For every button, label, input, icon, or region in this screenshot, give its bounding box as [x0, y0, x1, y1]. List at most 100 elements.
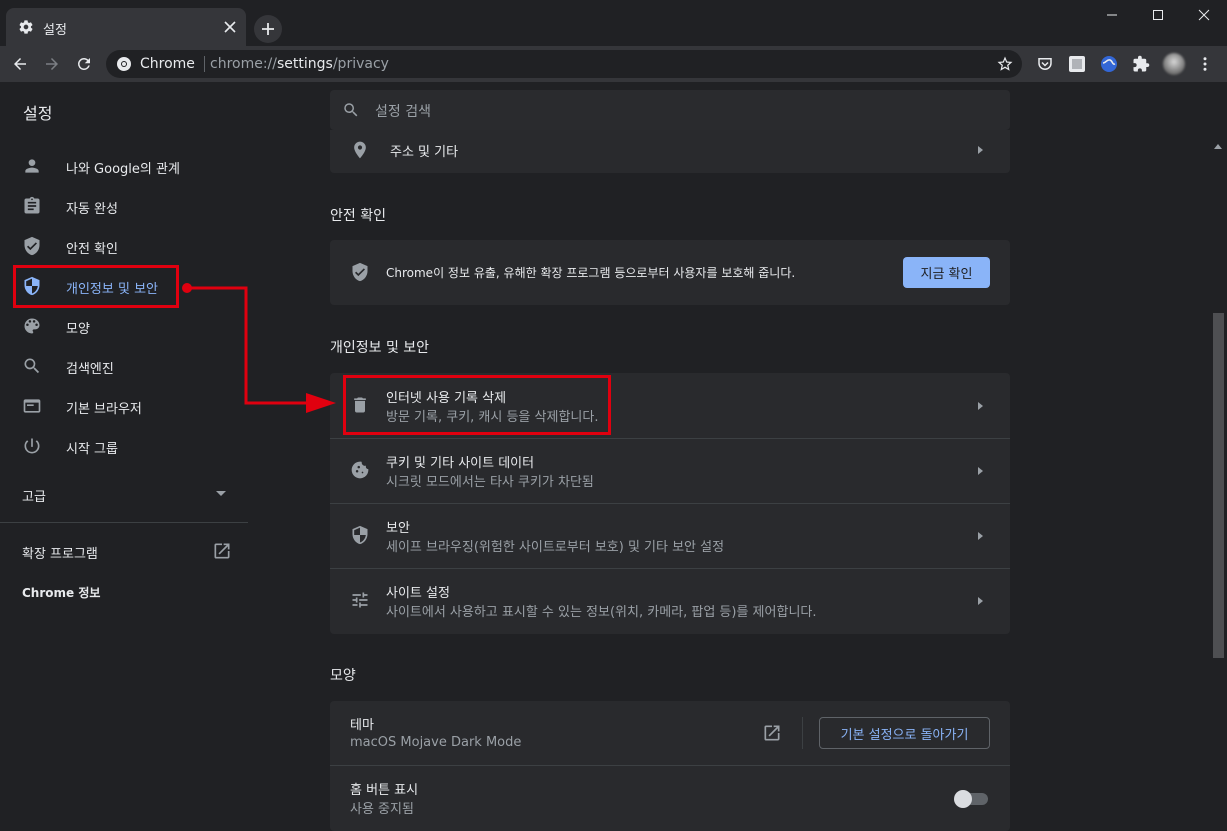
section-title-appearance: 모양 — [330, 668, 356, 684]
list-item-cookies[interactable]: 쿠키 및 기타 사이트 데이터 시크릿 모드에서는 타사 쿠키가 차단됨 — [330, 438, 1010, 503]
chrome-logo-icon — [117, 57, 131, 71]
gear-icon — [19, 20, 33, 34]
pocket-extension-button[interactable] — [1031, 50, 1059, 78]
maximize-button[interactable] — [1135, 0, 1181, 30]
row-title: 사이트 설정 — [386, 586, 450, 601]
open-in-new-icon[interactable] — [762, 723, 782, 743]
sidebar-item-label: 모양 — [66, 322, 90, 337]
sidebar-item-autofill[interactable]: 자동 완성 — [0, 186, 248, 226]
row-title: 홈 버튼 표시 — [350, 783, 419, 798]
vertical-divider — [802, 717, 803, 749]
arrow-right-icon — [978, 467, 983, 475]
sidebar-item-label: 기본 브라우저 — [66, 402, 142, 417]
row-title: 쿠키 및 기타 사이트 데이터 — [386, 456, 535, 471]
window-close-button[interactable] — [1181, 0, 1227, 30]
tune-icon — [352, 592, 368, 608]
tab-settings[interactable]: 설정 — [6, 8, 246, 46]
tab-title: 설정 — [43, 23, 67, 38]
arrow-right-icon — [978, 146, 983, 154]
row-subtitle: 시크릿 모드에서는 타사 쿠키가 차단됨 — [386, 475, 594, 490]
back-button[interactable] — [6, 50, 34, 78]
row-subtitle: 세이프 브라우징(위험한 사이트로부터 보호) 및 기타 보안 설정 — [386, 540, 725, 555]
settings-search-input[interactable]: 설정 검색 — [330, 90, 1010, 130]
plus-icon — [262, 23, 274, 35]
address-bar[interactable]: Chrome chrome://settings/privacy — [106, 50, 1022, 78]
extension-button-1[interactable] — [1063, 50, 1091, 78]
omnibox-divider — [204, 56, 205, 72]
list-item-theme[interactable]: 테마 macOS Mojave Dark Mode 기본 설정으로 돌아가기 — [330, 701, 1010, 765]
chrome-menu-button[interactable] — [1191, 50, 1219, 78]
minimize-button[interactable] — [1089, 0, 1135, 30]
forward-button[interactable] — [38, 50, 66, 78]
extension-button-2[interactable] — [1095, 50, 1123, 78]
close-icon — [224, 21, 236, 33]
address-row-title: 주소 및 기타 — [390, 145, 459, 160]
security-shield-icon — [352, 525, 368, 545]
list-item-security[interactable]: 보안 세이프 브라우징(위험한 사이트로부터 보호) 및 기타 보안 설정 — [330, 503, 1010, 568]
scroll-up-arrow-icon[interactable] — [1214, 144, 1222, 149]
avatar — [1163, 53, 1185, 75]
globe-extension-icon — [1101, 56, 1117, 72]
search-icon — [24, 358, 40, 374]
open-in-new-icon[interactable] — [212, 541, 232, 561]
arrow-right-icon — [978, 532, 983, 540]
check-now-button[interactable]: 지금 확인 — [903, 257, 990, 288]
annotation-highlight-sidebar — [13, 265, 179, 308]
page-title: 설정 — [23, 104, 53, 123]
reset-to-default-button[interactable]: 기본 설정으로 돌아가기 — [819, 717, 990, 749]
reload-icon — [77, 57, 90, 70]
sidebar-divider — [0, 522, 248, 523]
arrow-right-icon — [46, 58, 58, 70]
extensions-menu-button[interactable] — [1127, 50, 1155, 78]
toggle-knob — [954, 790, 972, 808]
browser-icon — [23, 399, 41, 413]
sidebar-item-label: 안전 확인 — [66, 242, 118, 257]
arrow-right-icon — [978, 402, 983, 410]
bookmark-star-button[interactable] — [991, 50, 1019, 78]
address-row[interactable]: 주소 및 기타 — [330, 130, 1010, 173]
site-name: Chrome — [140, 56, 195, 72]
puzzle-icon — [1133, 55, 1150, 72]
row-title: 테마 — [350, 718, 374, 733]
sidebar-item-label: 자동 완성 — [66, 202, 118, 217]
sidebar-item-you-and-google[interactable]: 나와 Google의 관계 — [0, 146, 248, 186]
scrollbar[interactable] — [1210, 136, 1227, 809]
browser-toolbar: Chrome chrome://settings/privacy — [0, 46, 1227, 82]
sidebar-item-label: 나와 Google의 관계 — [66, 162, 180, 177]
row-subtitle: macOS Mojave Dark Mode — [350, 735, 522, 750]
cookie-icon — [351, 461, 369, 479]
list-item-site-settings[interactable]: 사이트 설정 사이트에서 사용하고 표시할 수 있는 정보(위치, 카메라, 팝… — [330, 568, 1010, 634]
search-icon — [344, 103, 358, 117]
star-outline-icon — [997, 56, 1013, 71]
chevron-down-icon — [216, 491, 226, 496]
safety-check-text: Chrome이 정보 유출, 유해한 확장 프로그램 등으로부터 사용자를 보호… — [386, 266, 796, 280]
sidebar-advanced-toggle[interactable]: 고급 — [22, 486, 46, 505]
sidebar-item-about-chrome[interactable]: Chrome 정보 — [22, 584, 100, 601]
reload-button[interactable] — [70, 50, 98, 78]
location-pin-icon — [354, 141, 366, 159]
card-autofill-tail: 주소 및 기타 — [330, 130, 1010, 173]
url-text: chrome://settings/privacy — [210, 56, 389, 72]
arrow-left-icon — [14, 58, 26, 70]
home-button-toggle[interactable] — [954, 790, 988, 808]
row-subtitle: 사이트에서 사용하고 표시할 수 있는 정보(위치, 카메라, 팝업 등)를 제… — [386, 605, 817, 620]
tab-close-button[interactable] — [220, 17, 240, 37]
person-icon — [25, 159, 39, 173]
sidebar-item-on-startup[interactable]: 시작 그룹 — [0, 426, 248, 466]
url-host: settings — [277, 56, 333, 72]
sidebar-item-label: 시작 그룹 — [66, 442, 118, 457]
card-safety-check: Chrome이 정보 유출, 유해한 확장 프로그램 등으로부터 사용자를 보호… — [330, 240, 1010, 305]
profile-button[interactable] — [1160, 50, 1188, 78]
tab-strip: 설정 — [0, 0, 1227, 46]
minimize-icon — [1107, 14, 1117, 16]
row-divider — [330, 765, 1010, 766]
new-tab-button[interactable] — [254, 15, 282, 43]
annotation-arrow — [182, 283, 336, 413]
power-icon — [24, 438, 40, 454]
palette-icon — [24, 318, 40, 334]
card-appearance: 테마 macOS Mojave Dark Mode 기본 설정으로 돌아가기 홈… — [330, 701, 1010, 831]
sidebar-item-safety-check[interactable]: 안전 확인 — [0, 226, 248, 266]
scrollbar-thumb[interactable] — [1213, 313, 1224, 658]
sidebar-item-extensions[interactable]: 확장 프로그램 — [22, 543, 98, 562]
search-placeholder: 설정 검색 — [375, 104, 431, 120]
